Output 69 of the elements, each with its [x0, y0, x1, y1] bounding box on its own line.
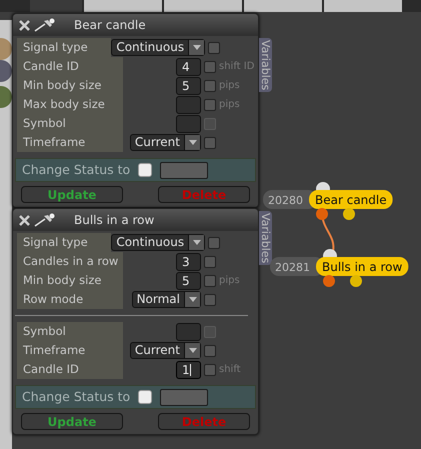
- checkbox[interactable]: [204, 60, 216, 72]
- caret-icon: [192, 45, 201, 50]
- checkbox[interactable]: [204, 294, 216, 306]
- dropdown[interactable]: Current: [130, 342, 201, 359]
- unit-label: pips: [219, 275, 240, 286]
- event-tab[interactable]: [164, 0, 242, 12]
- checkbox[interactable]: [138, 163, 152, 177]
- checkbox[interactable]: [204, 256, 216, 268]
- node-label: Bear candle: [309, 190, 393, 209]
- output-port: [343, 208, 355, 220]
- node-label: Bulls in a row: [316, 257, 408, 276]
- panel-title: Bear candle: [74, 17, 146, 34]
- caret-icon: [188, 140, 196, 145]
- dropdown[interactable]: Normal: [132, 291, 201, 308]
- status-label: Change Status to: [22, 388, 130, 406]
- node-id: 20281: [275, 261, 310, 274]
- input-field[interactable]: [176, 96, 201, 114]
- input-field[interactable]: 5: [176, 272, 201, 290]
- dropdown[interactable]: Continuous: [111, 39, 206, 56]
- field-label: Symbol: [17, 322, 123, 341]
- caret-icon: [192, 240, 201, 245]
- checkbox[interactable]: [208, 42, 220, 54]
- field-label: Max body size: [17, 95, 123, 114]
- input-field[interactable]: 5: [176, 76, 201, 94]
- status-label: Change Status to: [22, 160, 130, 179]
- field-label: Candles in a row: [17, 252, 123, 271]
- field-label: Candle ID: [17, 57, 123, 76]
- checkbox[interactable]: [138, 390, 152, 404]
- caret-icon: [188, 297, 196, 302]
- input-field[interactable]: 1: [176, 360, 201, 378]
- input-field[interactable]: 4: [176, 58, 201, 76]
- pin-icon[interactable]: [34, 18, 56, 32]
- unit-label: shift ID: [219, 61, 254, 72]
- field-label: Min body size: [17, 271, 123, 290]
- caret-icon: [188, 348, 196, 353]
- event-tab[interactable]: [30, 0, 82, 12]
- field-label: Row mode: [17, 290, 123, 309]
- checkbox[interactable]: [204, 274, 216, 286]
- output-port: [323, 275, 335, 287]
- close-icon[interactable]: [19, 20, 30, 30]
- checkbox[interactable]: [204, 364, 216, 376]
- field-label: Min body size: [17, 76, 123, 95]
- field-label: Signal type: [17, 38, 112, 57]
- unit-label: pips: [219, 99, 240, 110]
- field-label: Timeframe: [17, 341, 123, 360]
- checkbox[interactable]: [204, 344, 216, 356]
- node-id: 20280: [268, 194, 303, 207]
- event-tab[interactable]: [244, 0, 322, 12]
- panel-title: Bulls in a row: [74, 212, 154, 229]
- dropdown[interactable]: Current: [130, 134, 201, 151]
- field-label: Timeframe: [17, 133, 123, 152]
- field-label: Symbol: [17, 114, 123, 133]
- unit-label: pips: [219, 80, 240, 91]
- checkbox[interactable]: [204, 98, 216, 110]
- field-label: Candle ID: [17, 360, 123, 379]
- output-port: [350, 275, 362, 287]
- status-field[interactable]: [160, 162, 208, 178]
- event-tab[interactable]: [84, 0, 162, 12]
- checkbox[interactable]: [208, 236, 220, 248]
- field-label: Signal type: [17, 233, 112, 252]
- status-field[interactable]: [160, 388, 208, 406]
- checkbox[interactable]: [204, 136, 216, 148]
- dropdown[interactable]: Continuous: [111, 234, 206, 251]
- checkbox[interactable]: [204, 80, 216, 92]
- input-field[interactable]: 3: [176, 252, 201, 270]
- pin-icon[interactable]: [34, 213, 56, 227]
- output-port: [316, 208, 328, 220]
- close-icon[interactable]: [19, 214, 30, 226]
- unit-label: shift: [219, 364, 241, 375]
